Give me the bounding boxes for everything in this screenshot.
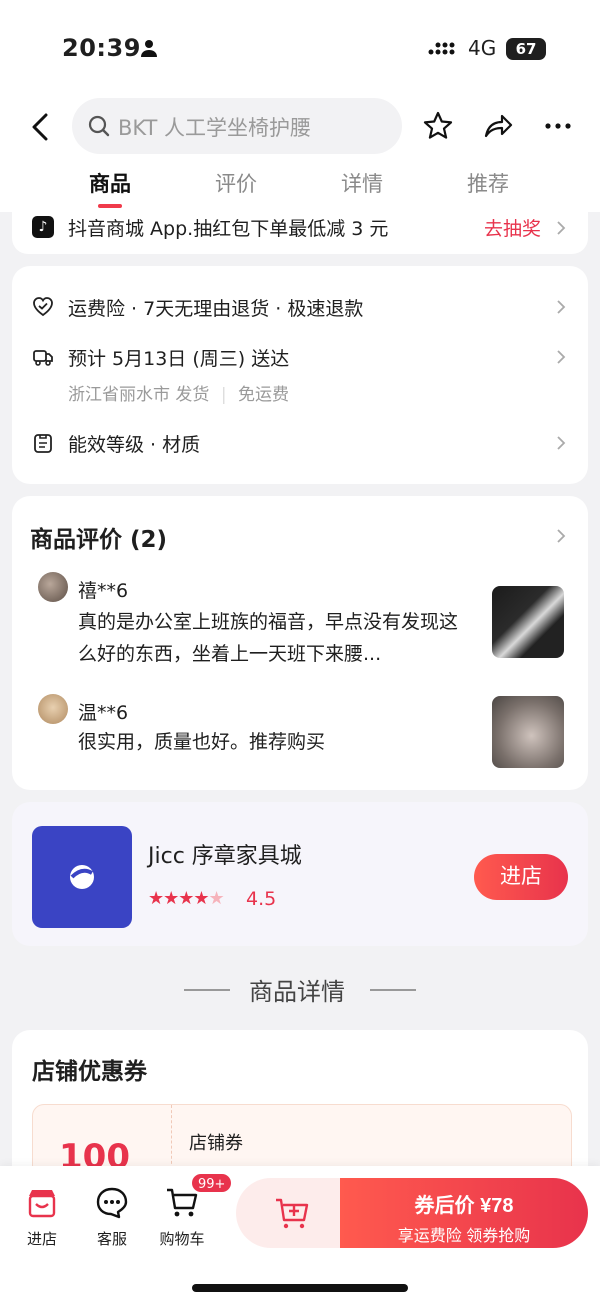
cart-count-badge: 99+ xyxy=(190,1172,234,1194)
divider-line xyxy=(370,989,416,991)
star-icon[interactable] xyxy=(422,110,454,142)
shop-name: Jicc 序章家具城 xyxy=(148,844,302,869)
rating-stars: ★★★★★ xyxy=(148,888,225,909)
chevron-right-icon xyxy=(557,300,566,314)
reviews-title: 商品评价 (2) xyxy=(30,527,168,553)
store-nav-button[interactable]: 进店 xyxy=(12,1186,72,1249)
delivery-text: 预计 5月13日 (周三) 送达 xyxy=(68,348,290,370)
service-label: 客服 xyxy=(96,1230,127,1248)
network-type: 4G xyxy=(468,36,497,60)
review-user: 温**6 xyxy=(78,702,129,724)
specs-text: 能效等级 · 材质 xyxy=(68,434,201,456)
review-user: 禧**6 xyxy=(78,580,129,602)
cart-nav-button[interactable]: 购物车 xyxy=(152,1186,212,1249)
shop-card[interactable]: Jicc 序章家具城 ★★★★★ 4.5 进店 xyxy=(12,802,588,946)
chevron-right-icon xyxy=(557,350,566,364)
review-text: 真的是办公室上班族的福音，早点没有发现这么好的东西，坐着上一天班下来腰... xyxy=(78,611,459,665)
add-cart-icon xyxy=(276,1198,309,1229)
tab-product[interactable]: 商品 xyxy=(70,168,150,198)
tab-active-indicator xyxy=(98,204,122,208)
service-card: 运费险 · 7天无理由退货 · 极速退款 预计 5月13日 (周三) 送达 浙江… xyxy=(12,266,588,484)
person-icon xyxy=(141,40,157,57)
shipping-info: 浙江省丽水市 发货 | 免运费 xyxy=(68,385,289,405)
signal-icon xyxy=(428,42,455,55)
tab-bar: 商品 评价 详情 推荐 xyxy=(0,166,600,212)
back-icon[interactable] xyxy=(26,110,56,144)
shop-logo xyxy=(32,826,132,928)
review-text: 很实用，质量也好。推荐购买 xyxy=(78,731,326,753)
heart-shield-icon xyxy=(33,297,53,317)
search-input[interactable]: BKT 人工学坐椅护腰 xyxy=(72,98,402,154)
review-photo[interactable] xyxy=(492,696,564,768)
customer-service-button[interactable]: 客服 xyxy=(82,1186,142,1249)
tab-recommend[interactable]: 推荐 xyxy=(448,168,528,198)
promo-text: 抖音商城 App.抽红包下单最低减 3 元 xyxy=(68,218,389,240)
section-title: 商品详情 xyxy=(249,978,345,1006)
coupon-section-title: 店铺优惠券 xyxy=(32,1059,147,1085)
search-icon xyxy=(88,115,110,137)
tab-details[interactable]: 详情 xyxy=(322,168,402,198)
guarantee-text: 运费险 · 7天无理由退货 · 极速退款 xyxy=(68,298,364,320)
chat-icon xyxy=(96,1187,128,1219)
divider-line xyxy=(184,989,230,991)
avatar xyxy=(38,572,68,602)
promo-cta[interactable]: 去抽奖 xyxy=(484,214,541,241)
bottom-action-bar: 进店 客服 购物车 99+ 券后价 ¥78 享运费险 领券抢购 xyxy=(0,1166,600,1304)
shipping-fee: 免运费 xyxy=(237,385,289,405)
cart-label: 购物车 xyxy=(159,1230,205,1248)
shop-logo-icon xyxy=(70,865,94,889)
status-bar: 20:39 4G 67 xyxy=(0,0,600,96)
shop-rating: 4.5 xyxy=(246,888,277,910)
store-label: 进店 xyxy=(26,1230,57,1248)
douyin-logo-icon: ♪ xyxy=(32,216,54,238)
truck-icon xyxy=(33,350,53,366)
coupon-name: 店铺券 xyxy=(189,1133,243,1154)
battery-indicator: 67 xyxy=(506,38,546,60)
promo-banner[interactable]: ♪ 抖音商城 App.抽红包下单最低减 3 元 去抽奖 xyxy=(12,212,588,254)
chevron-right-icon xyxy=(557,529,566,543)
tab-reviews[interactable]: 评价 xyxy=(196,168,276,198)
add-to-cart-button[interactable] xyxy=(236,1178,356,1248)
search-placeholder: BKT 人工学坐椅护腰 xyxy=(118,116,312,140)
chevron-right-icon xyxy=(557,436,566,450)
buy-subtitle: 享运费险 领券抢购 xyxy=(397,1227,531,1245)
chevron-right-icon xyxy=(557,221,566,235)
store-icon xyxy=(28,1190,56,1218)
enter-shop-button[interactable]: 进店 xyxy=(474,854,568,900)
share-icon[interactable] xyxy=(482,110,514,142)
home-indicator xyxy=(192,1284,408,1292)
shipping-origin: 浙江省丽水市 发货 xyxy=(68,385,210,405)
more-icon[interactable] xyxy=(542,110,574,142)
clipboard-icon xyxy=(34,434,52,453)
review-photo[interactable] xyxy=(492,586,564,658)
avatar xyxy=(38,694,68,724)
reviews-card[interactable]: 商品评价 (2) 禧**6 真的是办公室上班族的福音，早点没有发现这么好的东西，… xyxy=(12,496,588,790)
header: BKT 人工学坐椅护腰 商品 评价 详情 推荐 xyxy=(0,96,600,212)
buy-price: 券后价 ¥78 xyxy=(414,1194,514,1217)
status-time: 20:39 xyxy=(62,34,141,62)
buy-now-button[interactable]: 券后价 ¥78 享运费险 领券抢购 xyxy=(340,1178,588,1248)
